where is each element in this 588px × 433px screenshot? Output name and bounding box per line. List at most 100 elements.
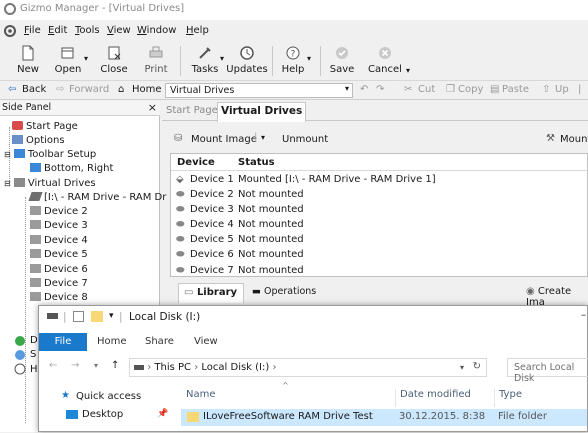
cancel-button[interactable]: Cancel [368,42,402,80]
mount-dropdown-icon[interactable]: ▾ [261,133,265,142]
tree-item-virtual-drives[interactable]: ⊟ Virtual Drives [4,177,96,191]
ribbon-share-tab[interactable]: Share [145,336,174,347]
cut-button[interactable]: Cut [418,84,435,95]
ribbon-view-tab[interactable]: View [194,336,218,347]
table-row[interactable]: ⬬ Device 7 Not mounted [171,264,587,276]
column-date-modified[interactable]: Date modified [395,389,471,407]
tree-item-device[interactable]: Device 2 [30,205,88,219]
refresh-icon[interactable]: ↻ [473,361,481,372]
tab-library[interactable]: ▭ Library [178,283,244,303]
open-button[interactable]: Open [52,42,84,80]
tree-item-device-1[interactable]: [I:\ - RAM Drive - RAM Dr [28,191,166,205]
menu-edit[interactable]: Edit [48,25,67,36]
table-row[interactable]: ⬬ Device 6 Not mounted [171,248,587,263]
table-row[interactable]: ⬬ Device 5 Not mounted [171,233,587,248]
tree-item-bottom-right[interactable]: Bottom, Right [30,162,113,176]
column-device[interactable]: Device [177,157,215,168]
column-name[interactable]: Name [186,389,216,400]
tree-item-device[interactable]: Device 6 [30,263,88,277]
tasks-dropdown-icon[interactable]: ▾ [220,54,224,63]
minimize-icon[interactable]: – [581,309,586,321]
tasks-button[interactable]: Tasks [190,42,220,80]
table-row[interactable]: ⬙ Device 1 Mounted [I:\ - RAM Drive - RAM … [171,173,587,188]
breadcrumb-this-pc[interactable]: This PC [154,362,191,373]
quick-access-item[interactable]: Quick access [76,391,141,402]
copy-icon: ❐ [446,84,455,95]
drive-icon [30,235,41,244]
open-dropdown-icon[interactable]: ▾ [84,54,88,63]
forward-button[interactable]: Forward [69,84,109,95]
copy-button[interactable]: Copy [458,84,483,95]
close-icon[interactable]: × [148,101,157,114]
table-row[interactable]: ⬬ Device 2 Not mounted [171,188,587,203]
chevron-right-icon: › [272,362,277,373]
tree-item-partial[interactable]: S [30,348,36,362]
ribbon-home-tab[interactable]: Home [97,336,127,347]
up-button[interactable]: Up [555,84,569,95]
quick-access-toolbar-icon[interactable]: ▾ [109,311,114,321]
help-dropdown-icon[interactable]: ▾ [307,54,311,63]
home-button[interactable]: Home [132,84,162,95]
desktop-item[interactable]: Desktop [82,409,123,420]
disc-icon: ◉ [526,286,535,297]
explorer-address-bar[interactable]: › This PC › Local Disk (I:) › ▾ ↻ [129,358,487,377]
back-button[interactable]: Back [22,84,46,95]
tree-item-device[interactable]: Device 8 [30,291,88,305]
address-dropdown-icon[interactable]: ▾ [460,363,464,372]
properties-icon[interactable] [73,311,84,322]
tree-item-device[interactable]: Device 4 [30,234,88,248]
collapse-icon[interactable]: ⊟ [4,179,11,188]
mount-right-button[interactable]: Mount [560,134,588,145]
tree-item-options[interactable]: Options [12,134,65,148]
tree-item-partial[interactable]: D [30,334,38,348]
tree-item-partial[interactable]: H [30,363,38,377]
print-button[interactable]: Print [140,42,172,80]
up-icon[interactable]: ↑ [111,360,119,371]
ribbon-file-tab[interactable]: File [39,333,87,351]
mount-image-icon: ⛁ [174,133,183,144]
library-icon: ▭ [184,287,194,298]
explorer-search-input[interactable]: Search Local Disk [507,358,588,384]
tree-item-device[interactable]: Device 3 [30,219,88,233]
column-type[interactable]: Type [494,389,522,407]
menu-tools[interactable]: Tools [75,25,100,36]
address-dropdown-icon[interactable]: ▾ [345,84,349,93]
unmount-button[interactable]: Unmount [282,134,328,145]
document-tabs: Start Page Virtual Drives [162,101,588,122]
new-folder-icon[interactable] [91,311,103,322]
undo-icon[interactable]: ↶ [360,84,368,95]
save-button[interactable]: Save [328,42,356,80]
file-row[interactable]: ILoveFreeSoftware RAM Drive Test 30.12.2… [181,409,587,426]
sort-arrow-icon: ^ [282,381,289,390]
toolbar-overflow-icon[interactable]: ▾ [406,66,410,75]
tree-item-start-page[interactable]: Start Page [12,120,78,134]
address-combobox[interactable]: Virtual Drives ▾ [165,83,353,98]
tree-item-toolbar-setup[interactable]: ⊟ Toolbar Setup [4,148,96,162]
table-row[interactable]: ⬬ Device 3 Not mounted [171,203,587,218]
recent-dropdown-icon[interactable]: ▾ [94,361,98,370]
help-button[interactable]: ? Help [280,42,306,80]
table-row[interactable]: ⬬ Device 4 Not mounted [171,218,587,233]
menu-window[interactable]: Window [137,25,176,36]
forward-icon[interactable]: → [71,360,79,371]
redo-icon[interactable]: ↷ [376,84,384,95]
tab-operations[interactable]: ▬ Operations [252,286,316,297]
menu-view[interactable]: View [107,25,131,36]
updates-button[interactable]: Updates [226,42,268,80]
breadcrumb-local-disk[interactable]: Local Disk (I:) [201,362,269,373]
column-status[interactable]: Status [238,157,275,168]
tree-item-device[interactable]: Device 5 [30,248,88,262]
menu-file[interactable]: File [24,25,41,36]
mount-image-button[interactable]: Mount Image [191,134,257,145]
new-button[interactable]: New [12,42,44,80]
tab-virtual-drives[interactable]: Virtual Drives [217,102,307,122]
tab-start-page[interactable]: Start Page [166,105,218,116]
menu-help[interactable]: Help [186,25,209,36]
paste-button[interactable]: Paste [502,84,529,95]
tree-line [25,197,26,423]
tree-item-device[interactable]: Device 7 [30,277,88,291]
explorer-ribbon: File Home Share View [39,333,588,351]
back-icon[interactable]: ← [49,360,57,371]
close-button[interactable]: Close [98,42,130,80]
collapse-icon[interactable]: ⊟ [4,150,11,159]
